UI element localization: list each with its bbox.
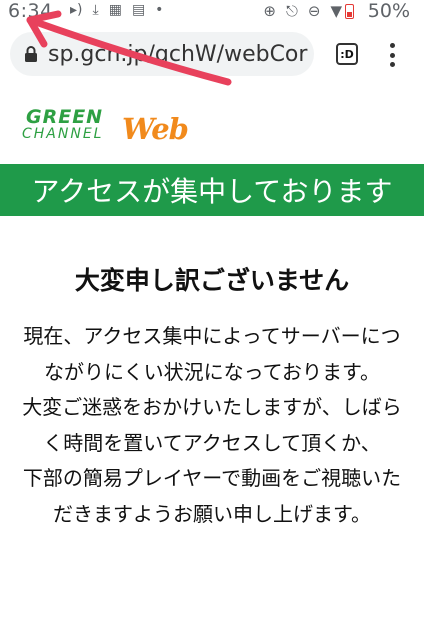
- message-body: 現在、アクセス集中によってサーバーにつながりにくい状況になっております。 大変ご…: [20, 319, 404, 532]
- data-saver-icon: ⊕: [263, 2, 276, 20]
- notice-banner: アクセスが集中しております: [0, 164, 424, 216]
- bell-off-icon: ⎋: [286, 2, 298, 20]
- translate-icon: ▦: [108, 2, 122, 18]
- message-paragraph: 大変ご迷惑をおかけいたしますが、しばらく時間を置いてアクセスして頂くか、: [22, 395, 402, 455]
- status-bar: 6:34 ▸) ⤓ ▦ ▤ • ⊕ ⎋ ⊖ ▼ 50%: [0, 0, 424, 24]
- lock-icon[interactable]: [22, 45, 40, 63]
- battery-icon: [345, 4, 354, 19]
- message-paragraph: 下部の簡易プレイヤーで動画をご視聴いただきますようお願い申し上げます。: [22, 466, 402, 526]
- page-title: 大変申し訳ございません: [74, 266, 350, 295]
- status-left-icons: ▸) ⤓ ▦ ▤ •: [70, 2, 163, 18]
- wifi-icon: ▼: [330, 2, 342, 20]
- dot-icon: •: [155, 2, 164, 18]
- status-time: 6:34: [8, 0, 53, 22]
- volume-icon: ▸): [70, 2, 83, 18]
- url-text[interactable]: sp.gch.jp/gchW/webCor: [48, 42, 307, 67]
- overflow-menu-icon[interactable]: [384, 40, 400, 70]
- message-paragraph: 現在、アクセス集中によってサーバーにつながりにくい状況になっております。: [23, 324, 401, 384]
- url-bar[interactable]: sp.gch.jp/gchW/webCor: [10, 32, 314, 76]
- battery-percentage: 50%: [367, 0, 410, 22]
- clipboard-icon: ▤: [131, 2, 146, 18]
- browser-toolbar: sp.gch.jp/gchW/webCor :D: [0, 24, 424, 86]
- logo-channel-text: CHANNEL: [22, 126, 104, 142]
- logo-green-text: GREEN: [26, 106, 104, 128]
- download-icon: ⤓: [92, 2, 99, 18]
- green-channel-web-logo[interactable]: GREEN CHANNEL Web: [22, 106, 189, 146]
- tab-switcher-button[interactable]: :D: [336, 43, 358, 65]
- status-right-icons: ⊕ ⎋ ⊖ ▼: [263, 2, 342, 20]
- logo-web-text: Web: [122, 112, 189, 146]
- do-not-disturb-icon: ⊖: [307, 2, 321, 20]
